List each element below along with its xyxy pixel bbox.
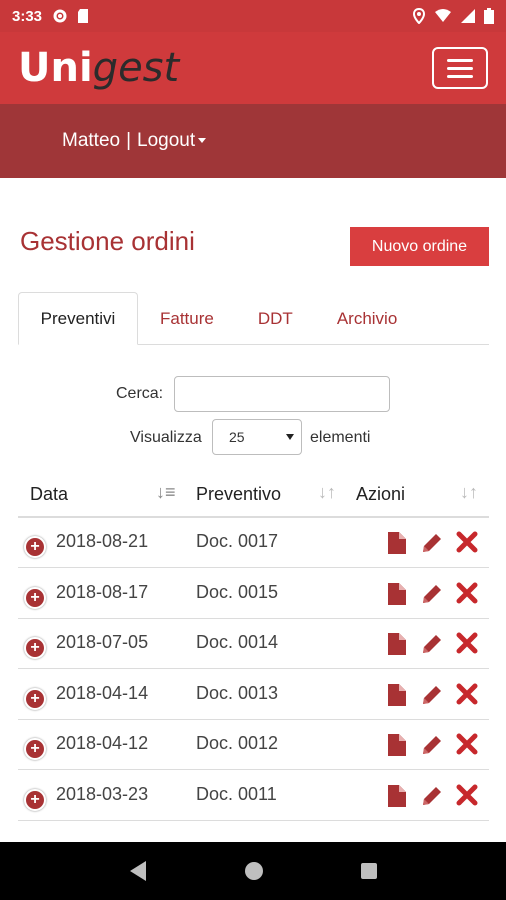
status-time: 3:33	[12, 7, 43, 25]
page-length-select[interactable]: 25	[212, 419, 302, 455]
home-icon[interactable]	[244, 861, 264, 881]
delete-icon[interactable]	[456, 531, 478, 555]
sd-card-icon	[78, 9, 89, 23]
sort-icon[interactable]: ↓↑	[460, 482, 478, 503]
tab-fatture[interactable]: Fatture	[138, 292, 236, 345]
user-separator: |	[126, 130, 132, 151]
system-nav-bar	[0, 842, 506, 900]
tab-archivio[interactable]: Archivio	[315, 292, 419, 345]
expand-row-icon[interactable]: +	[24, 536, 46, 558]
dropdown-arrow-icon	[286, 434, 294, 440]
status-bar: 3:33	[0, 0, 506, 32]
edit-icon[interactable]	[420, 733, 442, 757]
user-bar: Matteo | Logout	[0, 104, 506, 178]
edit-icon[interactable]	[420, 683, 442, 707]
page-length-value: 25	[229, 429, 245, 445]
expand-row-icon[interactable]: +	[24, 738, 46, 760]
edit-icon[interactable]	[420, 582, 442, 606]
row-document[interactable]: Doc. 0017	[196, 531, 278, 552]
new-order-button[interactable]: Nuovo ordine	[350, 227, 489, 266]
expand-row-icon[interactable]: +	[24, 586, 46, 609]
app-logo[interactable]: Unigest	[18, 45, 179, 91]
user-name[interactable]: Matteo	[62, 130, 120, 152]
document-icon[interactable]	[386, 733, 408, 757]
document-icon[interactable]	[386, 632, 408, 656]
row-document[interactable]: Doc. 0012	[196, 733, 278, 754]
document-icon[interactable]	[386, 683, 408, 707]
caret-down-icon	[198, 138, 207, 144]
row-document[interactable]: Doc. 0013	[196, 683, 278, 704]
page-title: Gestione ordini	[20, 226, 195, 256]
delete-icon[interactable]	[456, 632, 478, 656]
tab-ddt[interactable]: DDT	[236, 292, 315, 345]
battery-icon	[484, 8, 494, 24]
wifi-icon	[435, 9, 451, 22]
table-row: +2018-07-05 Doc. 0014	[18, 619, 489, 669]
table-row: +2018-08-17 Doc. 0015	[18, 569, 489, 619]
row-date: 2018-04-12	[56, 733, 149, 753]
recents-icon[interactable]	[360, 862, 378, 880]
row-document[interactable]: Doc. 0011	[196, 784, 277, 805]
row-date: 2018-03-23	[56, 783, 149, 804]
menu-icon	[447, 58, 473, 62]
row-document[interactable]: Doc. 0015	[196, 582, 278, 603]
delete-icon[interactable]	[456, 733, 478, 757]
row-date: 2018-04-14	[56, 682, 149, 703]
table-header: Data ↓≡ Preventivo ↓↑ Azioni ↓↑	[18, 470, 489, 518]
edit-icon[interactable]	[420, 784, 442, 808]
column-header-preventivo[interactable]: Preventivo	[196, 484, 281, 505]
location-icon	[412, 8, 426, 24]
row-date: 2018-08-17	[56, 581, 149, 602]
table-row: +2018-08-21 Doc. 0017	[18, 518, 489, 568]
table-row: +2018-03-23 Doc. 0011	[18, 771, 489, 821]
row-date: 2018-08-21	[56, 531, 149, 551]
tab-bar: Preventivi Fatture DDT Archivio	[18, 292, 489, 345]
back-icon[interactable]	[128, 860, 148, 882]
search-label: Cerca:	[116, 385, 164, 402]
expand-row-icon[interactable]: +	[24, 687, 46, 710]
expand-row-icon[interactable]: +	[24, 637, 46, 659]
row-document[interactable]: Doc. 0014	[196, 632, 278, 653]
expand-row-icon[interactable]: +	[24, 788, 46, 811]
edit-icon[interactable]	[420, 531, 442, 555]
gear-icon	[53, 9, 67, 23]
document-icon[interactable]	[386, 582, 408, 606]
document-icon[interactable]	[386, 531, 408, 555]
signal-icon	[461, 9, 475, 23]
delete-icon[interactable]	[456, 683, 478, 707]
page-length-suffix: elementi	[310, 429, 371, 446]
page-length-prefix: Visualizza	[130, 429, 202, 446]
delete-icon[interactable]	[456, 582, 478, 606]
tab-preventivi[interactable]: Preventivi	[18, 292, 138, 345]
table-row: +2018-04-12 Doc. 0012	[18, 720, 489, 770]
row-date: 2018-07-05	[56, 632, 149, 652]
edit-icon[interactable]	[420, 632, 442, 656]
search-input[interactable]	[174, 376, 390, 412]
sort-desc-icon[interactable]: ↓≡	[156, 482, 176, 503]
menu-button[interactable]	[432, 47, 488, 89]
app-header: Unigest	[0, 32, 506, 104]
table-row: +2018-04-14 Doc. 0013	[18, 670, 489, 720]
column-header-data[interactable]: Data	[30, 484, 68, 505]
logout-dropdown[interactable]: Logout	[137, 130, 207, 152]
column-header-azioni[interactable]: Azioni	[356, 484, 405, 505]
document-icon[interactable]	[386, 784, 408, 808]
delete-icon[interactable]	[456, 784, 478, 808]
sort-icon[interactable]: ↓↑	[318, 482, 336, 503]
